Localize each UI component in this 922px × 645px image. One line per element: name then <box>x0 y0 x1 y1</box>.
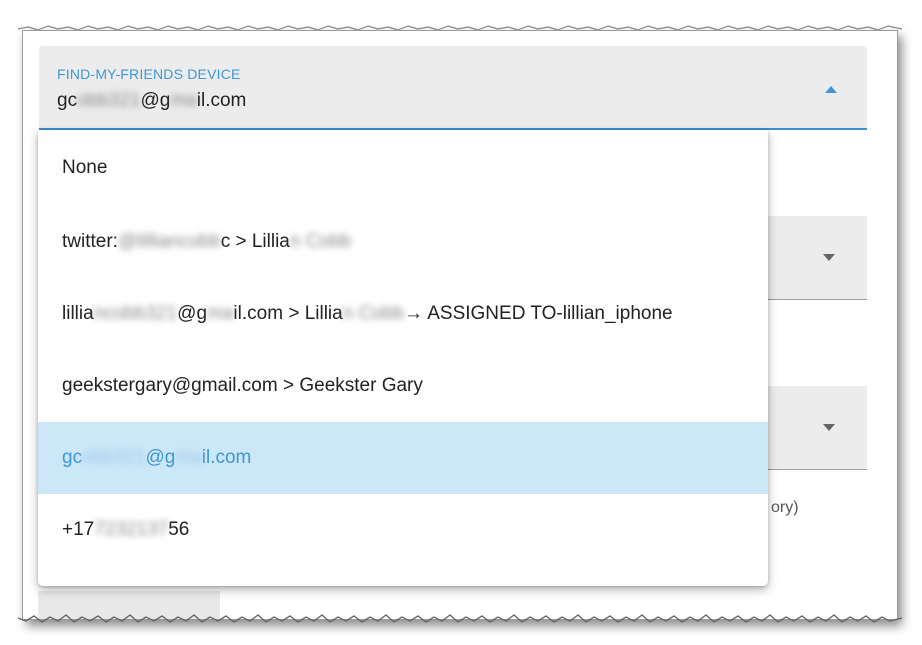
field-label: FIND-MY-FRIENDS DEVICE <box>57 66 241 82</box>
chevron-down-icon <box>823 424 835 431</box>
torn-edge-bottom <box>18 614 902 623</box>
background-select-field[interactable] <box>753 216 867 300</box>
background-helper-text: ory) <box>771 499 799 516</box>
menu-item-lillian-email[interactable]: lillia ncobb321 @g ma il.com > Lillia n Cobb … <box>38 278 768 350</box>
find-my-friends-device-select[interactable]: FIND-MY-FRIENDS DEVICE gcobb321@gmail.co… <box>39 46 867 130</box>
menu-item-phone[interactable]: +17 7232137 56 <box>38 494 768 566</box>
dropdown-menu: None twitter: @lilliancobb c > Lillia n Cob… <box>38 130 768 586</box>
menu-item-none[interactable]: None <box>38 130 768 206</box>
menu-item-twitter[interactable]: twitter: @lilliancobb c > Lillia n Cobb <box>38 206 768 278</box>
field-value: gcobb321@gmail.com <box>57 90 247 111</box>
menu-item-gc-email-selected[interactable]: gc obb321 @g ma il.com <box>38 422 768 494</box>
screenshot-frame: ory) FIND-MY-FRIENDS DEVICE gcobb321@gma… <box>22 30 898 620</box>
menu-item-geekster-gary[interactable]: geekstergary@gmail.com > Geekster Gary <box>38 350 768 422</box>
chevron-up-icon[interactable] <box>825 86 837 93</box>
chevron-down-icon <box>823 254 835 261</box>
background-select-field[interactable] <box>753 386 867 470</box>
